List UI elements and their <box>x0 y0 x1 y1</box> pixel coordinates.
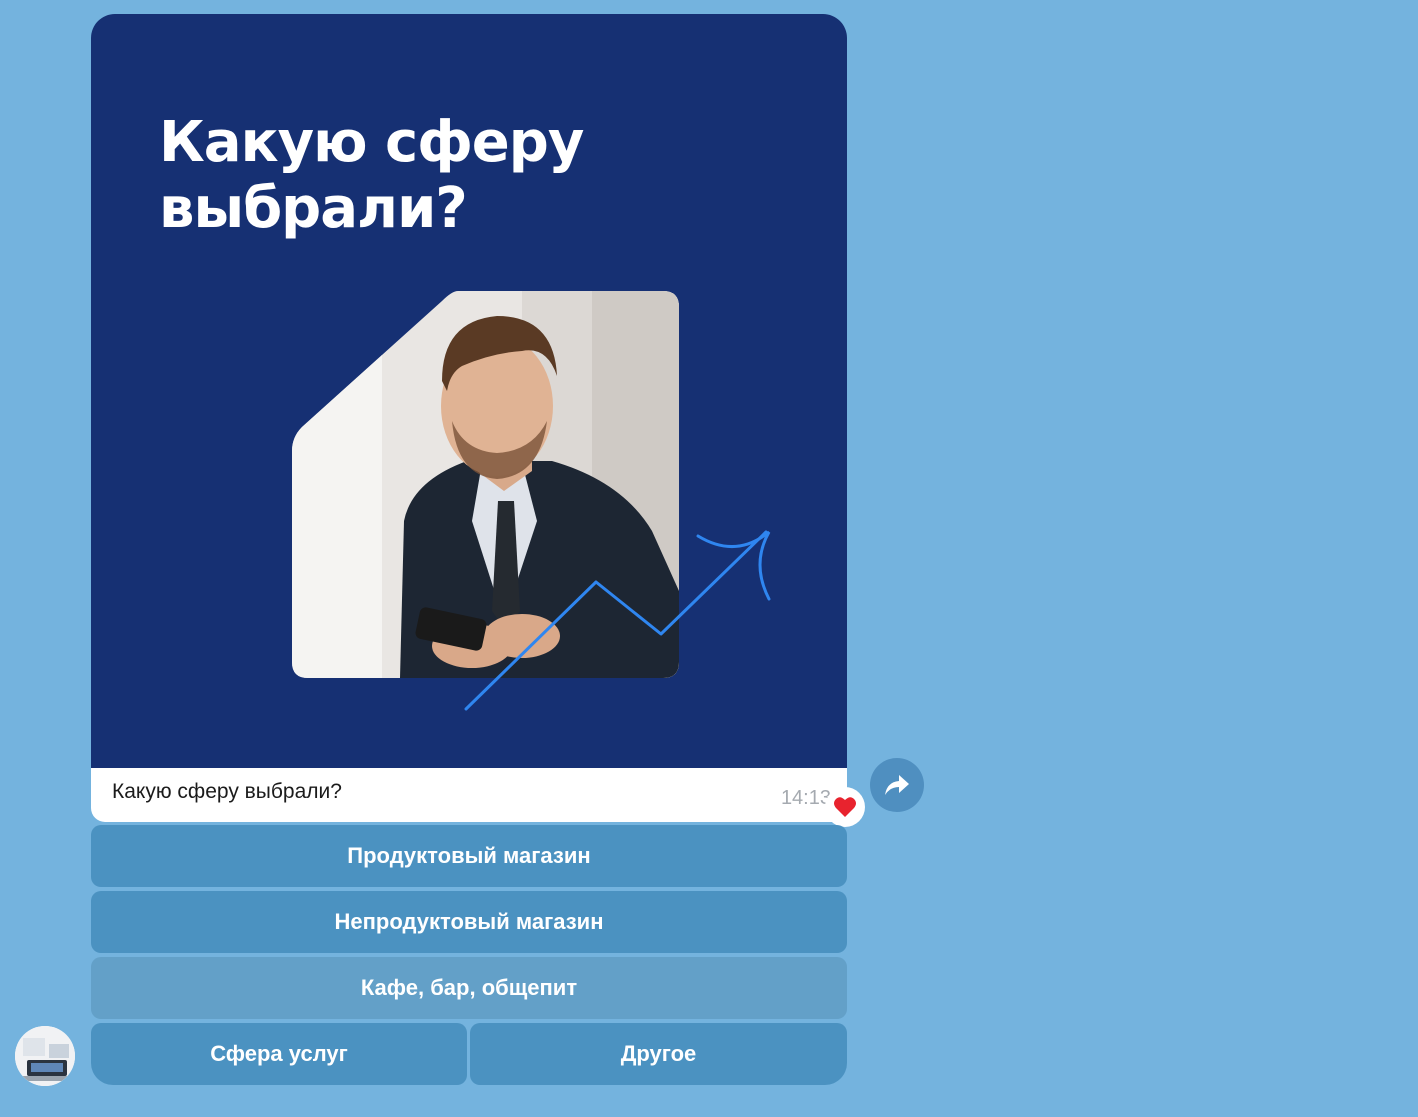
message-time: 14:13 <box>780 787 831 809</box>
message-image[interactable]: Какую сферу выбрали? <box>91 14 847 768</box>
trend-arrow-icon <box>464 530 771 711</box>
option-services[interactable]: Сфера услуг <box>91 1023 467 1085</box>
share-arrow-icon <box>885 775 909 795</box>
option-grocery-store[interactable]: Продуктовый магазин <box>91 825 847 887</box>
option-non-grocery-store[interactable]: Непродуктовый магазин <box>91 891 847 953</box>
option-cafe-bar[interactable]: Кафе, бар, общепит <box>91 957 847 1019</box>
heart-icon <box>834 797 856 817</box>
caption-text: Какую сферу выбрали? <box>112 780 342 803</box>
share-button[interactable] <box>870 758 924 812</box>
option-other[interactable]: Другое <box>470 1023 847 1085</box>
bot-message: Какую сферу выбрали? Какую сферу выбрали… <box>91 14 847 822</box>
reaction-heart[interactable] <box>825 787 865 827</box>
image-title: Какую сферу выбрали? <box>159 110 584 241</box>
bot-avatar[interactable] <box>15 1026 75 1086</box>
message-caption: Какую сферу выбрали? 14:13 <box>91 768 847 822</box>
avatar-image <box>15 1026 75 1086</box>
